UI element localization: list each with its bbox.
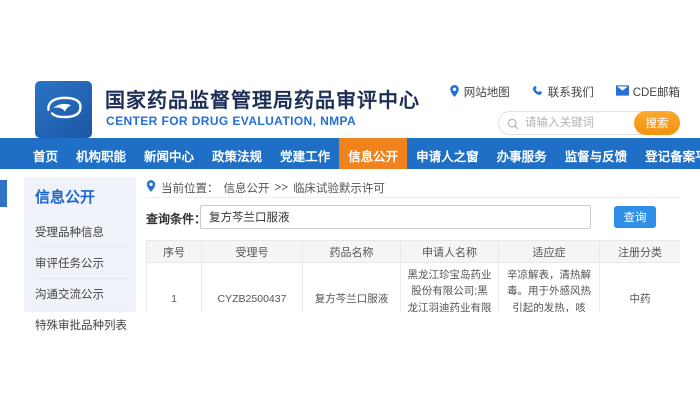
search-icon <box>507 117 519 135</box>
breadcrumb-section[interactable]: 信息公开 <box>224 180 270 196</box>
sidebar-item-review-tasks[interactable]: 审评任务公示 <box>35 248 128 279</box>
main-navigation: 首页 机构职能 新闻中心 政策法规 党建工作 信息公开 申请人之窗 办事服务 监… <box>0 141 700 169</box>
cell-acceptance-no: CYZB2500437 <box>202 263 303 313</box>
cde-website-page: 国家药品监督管理局药品审评中心 CENTER FOR DRUG EVALUATI… <box>0 0 700 400</box>
breadcrumb-current-page: 临床试验默示许可 <box>293 180 385 196</box>
query-condition-label: 查询条件： <box>146 210 206 227</box>
query-button[interactable]: 查询 <box>614 206 656 228</box>
nav-item-info-disclosure[interactable]: 信息公开 <box>339 141 407 169</box>
mail-icon <box>616 85 629 99</box>
col-header-applicant: 申请人名称 <box>401 241 499 263</box>
col-header-acceptance-no: 受理号 <box>202 241 303 263</box>
nav-item-news[interactable]: 新闻中心 <box>135 141 203 169</box>
nav-item-registration-platform[interactable]: 登记备案平台 <box>636 141 700 169</box>
nav-item-party-building[interactable]: 党建工作 <box>271 141 339 169</box>
nav-item-functions[interactable]: 机构职能 <box>67 141 135 169</box>
query-form: 查询条件： 查询 <box>146 205 680 231</box>
breadcrumb: 当前位置： 信息公开 >> 临床试验默示许可 <box>146 178 680 198</box>
sidebar-item-accepted-varieties[interactable]: 受理品种信息 <box>35 217 128 248</box>
sitemap-link[interactable]: 网站地图 <box>449 84 510 100</box>
cell-seq: 1 <box>147 263 202 313</box>
map-pin-icon <box>449 85 460 100</box>
nav-item-policies[interactable]: 政策法规 <box>203 141 271 169</box>
cde-swallow-logo-icon <box>42 89 86 130</box>
cell-drug-name: 复方芩兰口服液 <box>303 263 401 313</box>
results-table: 序号 受理号 药品名称 申请人名称 适应症 注册分类 1 CYZB2500437… <box>146 240 680 312</box>
sidebar-item-special-approval-list[interactable]: 特殊审批品种列表 <box>35 310 128 340</box>
phone-icon <box>532 85 544 100</box>
results-table-container: 序号 受理号 药品名称 申请人名称 适应症 注册分类 1 CYZB2500437… <box>146 240 680 312</box>
query-condition-input[interactable] <box>200 205 591 229</box>
sidebar-title: 信息公开 <box>35 186 128 207</box>
nav-item-home[interactable]: 首页 <box>24 141 67 169</box>
table-header-row: 序号 受理号 药品名称 申请人名称 适应症 注册分类 <box>147 241 681 263</box>
col-header-drug-name: 药品名称 <box>303 241 401 263</box>
cell-registration-class: 中药 <box>600 263 681 313</box>
sidebar-item-communication[interactable]: 沟通交流公示 <box>35 279 128 310</box>
sidebar: 信息公开 受理品种信息 审评任务公示 沟通交流公示 特殊审批品种列表 <box>24 177 136 312</box>
breadcrumb-label: 当前位置： <box>161 180 219 196</box>
contact-us-link[interactable]: 联系我们 <box>532 84 594 100</box>
nav-item-supervision-feedback[interactable]: 监督与反馈 <box>556 141 637 169</box>
cde-mail-link[interactable]: CDE邮箱 <box>616 84 680 100</box>
col-header-registration-class: 注册分类 <box>600 241 681 263</box>
cde-logo[interactable] <box>35 81 92 138</box>
col-header-indication: 适应症 <box>499 241 600 263</box>
nav-item-services[interactable]: 办事服务 <box>488 141 556 169</box>
location-pin-icon <box>146 180 156 195</box>
breadcrumb-separator: >> <box>275 182 288 194</box>
site-title-en: CENTER FOR DRUG EVALUATION, NMPA <box>106 114 356 128</box>
col-header-seq: 序号 <box>147 241 202 263</box>
cell-applicant: 黑龙江珍宝岛药业股份有限公司;黑龙江羽迪药业有限责任公司 <box>401 263 499 313</box>
table-row: 1 CYZB2500437 复方芩兰口服液 黑龙江珍宝岛药业股份有限公司;黑龙江… <box>147 263 681 313</box>
cell-indication: 辛凉解表，清热解毒。用于外感风热引起的发热，咳嗽，咽痛。 <box>499 263 600 313</box>
header-quick-links: 网站地图 联系我们 CDE邮箱 <box>449 84 680 100</box>
search-button[interactable]: 搜索 <box>634 111 680 135</box>
sidebar-accent-bar <box>0 180 7 207</box>
nav-item-applicant-window[interactable]: 申请人之窗 <box>407 141 488 169</box>
site-title-cn: 国家药品监督管理局药品审评中心 <box>105 84 420 113</box>
header-search: 搜索 <box>498 111 680 135</box>
